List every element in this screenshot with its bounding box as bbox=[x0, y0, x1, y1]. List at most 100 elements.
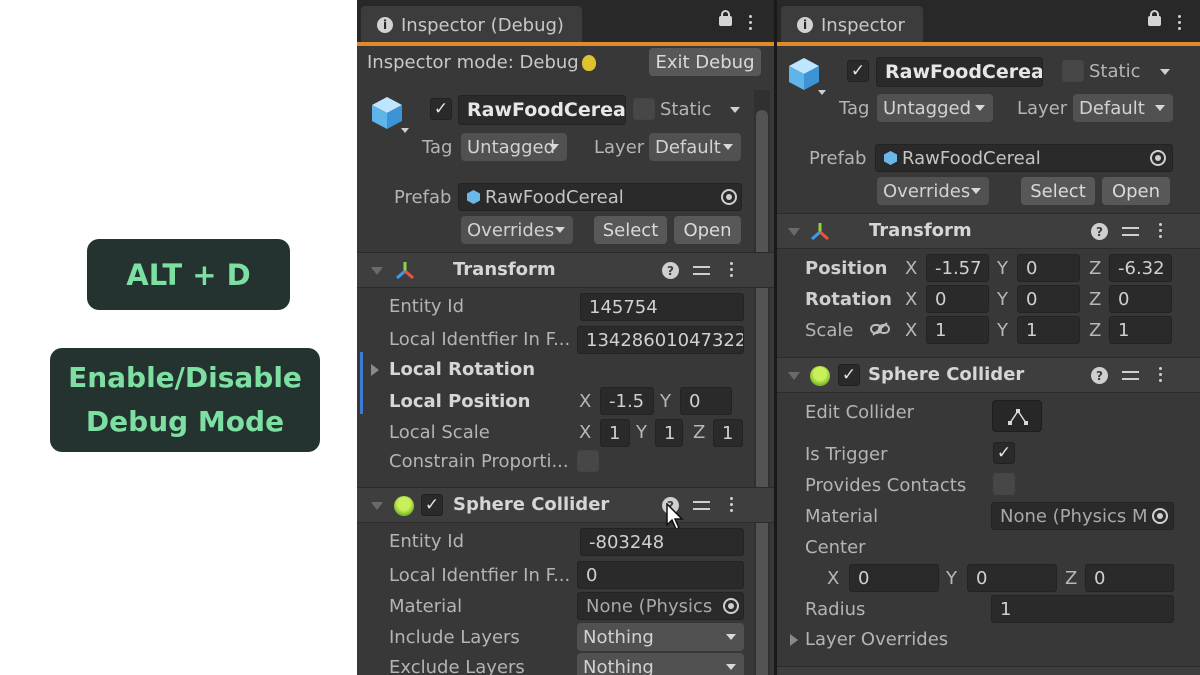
presets-icon[interactable] bbox=[1122, 368, 1139, 384]
edit-collider-label: Edit Collider bbox=[805, 402, 915, 423]
local-position-y-field[interactable]: 0 bbox=[680, 387, 732, 415]
sphere-collider-enabled-checkbox[interactable]: ✓ bbox=[838, 364, 860, 386]
kebab-menu-icon[interactable] bbox=[749, 15, 753, 33]
transform-icon bbox=[396, 262, 414, 280]
inspector-mode-label: Inspector mode: Debug bbox=[367, 52, 579, 73]
tag-dropdown[interactable]: Untagged bbox=[461, 133, 567, 161]
presets-icon[interactable] bbox=[1122, 224, 1139, 240]
transform-header[interactable]: Transform ? bbox=[357, 252, 774, 288]
center-y-field[interactable]: 0 bbox=[967, 564, 1057, 592]
prefab-field[interactable]: RawFoodCereal bbox=[875, 144, 1173, 172]
scale-y-field[interactable]: 1 bbox=[1017, 316, 1080, 344]
component-menu-icon[interactable] bbox=[730, 497, 734, 515]
shortcut-text: ALT + D bbox=[126, 257, 251, 292]
foldout-arrow-icon[interactable] bbox=[371, 502, 383, 510]
entity-id-field[interactable]: 145754 bbox=[580, 293, 744, 321]
rotation-z-field[interactable]: 0 bbox=[1109, 285, 1172, 313]
link-icon[interactable] bbox=[870, 322, 890, 336]
help-icon[interactable]: ? bbox=[1091, 367, 1108, 384]
presets-icon[interactable] bbox=[693, 498, 710, 514]
lock-icon[interactable] bbox=[719, 10, 732, 26]
scale-z-field[interactable]: 1 bbox=[1109, 316, 1172, 344]
transform-header[interactable]: Transform ? bbox=[777, 213, 1200, 249]
overrides-dropdown[interactable]: Overrides bbox=[461, 216, 573, 244]
kebab-menu-icon[interactable] bbox=[1178, 15, 1182, 33]
local-scale-x-field[interactable]: 1 bbox=[600, 419, 630, 447]
radius-field[interactable]: 1 bbox=[991, 595, 1174, 623]
component-menu-icon[interactable] bbox=[1159, 223, 1163, 241]
sphere-collider-enabled-checkbox[interactable]: ✓ bbox=[421, 494, 443, 516]
object-picker-icon[interactable] bbox=[721, 189, 737, 205]
include-layers-dropdown[interactable]: Nothing bbox=[577, 623, 744, 651]
layer-dropdown[interactable]: Default bbox=[649, 133, 741, 161]
tab-inspector-debug[interactable]: i Inspector (Debug) bbox=[361, 6, 582, 44]
layer-overrides-label[interactable]: Layer Overrides bbox=[805, 629, 948, 650]
layer-overrides-foldout-icon[interactable] bbox=[790, 634, 798, 646]
foldout-arrow-icon[interactable] bbox=[788, 372, 800, 380]
local-identifier-field[interactable]: 0 bbox=[577, 561, 744, 589]
open-button[interactable]: Open bbox=[674, 216, 741, 244]
material-field[interactable]: None (Physics bbox=[577, 592, 744, 620]
static-dropdown-arrow[interactable] bbox=[730, 107, 740, 113]
help-icon[interactable]: ? bbox=[1091, 223, 1108, 240]
provides-contacts-checkbox[interactable] bbox=[993, 473, 1015, 495]
lock-icon[interactable] bbox=[1148, 10, 1161, 26]
exit-debug-button[interactable]: Exit Debug bbox=[649, 48, 761, 76]
static-checkbox[interactable] bbox=[633, 98, 655, 120]
local-scale-z-field[interactable]: 1 bbox=[713, 419, 743, 447]
center-x-field[interactable]: 0 bbox=[849, 564, 939, 592]
sphere-collider-header[interactable]: ✓ Sphere Collider ? bbox=[357, 487, 774, 523]
exclude-layers-dropdown[interactable]: Nothing bbox=[577, 653, 744, 675]
select-button[interactable]: Select bbox=[594, 216, 667, 244]
object-name-field[interactable]: RawFoodCereal bbox=[876, 57, 1043, 87]
presets-icon[interactable] bbox=[693, 263, 710, 279]
object-picker-icon[interactable] bbox=[723, 598, 739, 614]
scrollbar-thumb[interactable] bbox=[756, 110, 768, 675]
is-trigger-checkbox[interactable]: ✓ bbox=[993, 442, 1015, 464]
next-component-header[interactable] bbox=[777, 666, 1200, 675]
material-field[interactable]: None (Physics M bbox=[991, 502, 1174, 530]
center-z-field[interactable]: 0 bbox=[1085, 564, 1174, 592]
layer-dropdown[interactable]: Default bbox=[1073, 94, 1173, 122]
rotation-y-field[interactable]: 0 bbox=[1017, 285, 1080, 313]
foldout-arrow-icon[interactable] bbox=[788, 228, 800, 236]
foldout-arrow-icon[interactable] bbox=[371, 267, 383, 275]
icon-dropdown-arrow[interactable] bbox=[818, 90, 826, 95]
open-button[interactable]: Open bbox=[1102, 177, 1170, 205]
tab-label: Inspector (Debug) bbox=[401, 14, 564, 36]
local-scale-y-field[interactable]: 1 bbox=[655, 419, 683, 447]
position-y-field[interactable]: 0 bbox=[1017, 254, 1080, 282]
component-menu-icon[interactable] bbox=[1159, 367, 1163, 385]
tab-inspector[interactable]: i Inspector bbox=[781, 6, 923, 44]
position-z-field[interactable]: -6.32 bbox=[1109, 254, 1172, 282]
object-name-field[interactable]: RawFoodCereal bbox=[458, 95, 626, 125]
tag-dropdown[interactable]: Untagged bbox=[877, 94, 993, 122]
position-x-field[interactable]: -1.57 bbox=[926, 254, 989, 282]
object-picker-icon[interactable] bbox=[1152, 508, 1168, 524]
static-checkbox[interactable] bbox=[1062, 60, 1084, 82]
local-rotation-foldout-icon[interactable] bbox=[371, 364, 379, 376]
static-dropdown-arrow[interactable] bbox=[1160, 69, 1170, 75]
local-position-x-field[interactable]: -1.5 bbox=[600, 387, 654, 415]
active-checkbox[interactable]: ✓ bbox=[430, 98, 452, 120]
select-button[interactable]: Select bbox=[1021, 177, 1095, 205]
overrides-dropdown[interactable]: Overrides bbox=[877, 177, 989, 205]
prefab-field[interactable]: RawFoodCereal bbox=[458, 183, 742, 211]
local-identifier-field[interactable]: 13428601047322 bbox=[577, 326, 744, 354]
sphere-collider-header[interactable]: ✓ Sphere Collider ? bbox=[777, 357, 1200, 393]
active-tab-indicator bbox=[357, 42, 774, 46]
component-menu-icon[interactable] bbox=[730, 262, 734, 280]
scrollbar[interactable] bbox=[754, 90, 770, 675]
edit-collider-button[interactable] bbox=[992, 400, 1042, 432]
active-checkbox[interactable]: ✓ bbox=[847, 60, 869, 82]
help-icon[interactable]: ? bbox=[662, 262, 679, 279]
icon-dropdown-arrow[interactable] bbox=[401, 128, 409, 133]
scale-x-field[interactable]: 1 bbox=[926, 316, 989, 344]
modified-indicator bbox=[360, 352, 363, 414]
layer-label: Layer bbox=[594, 137, 645, 158]
object-picker-icon[interactable] bbox=[1150, 150, 1166, 166]
entity-id-field[interactable]: -803248 bbox=[580, 528, 744, 556]
constrain-proportions-checkbox[interactable] bbox=[577, 450, 599, 472]
rotation-x-field[interactable]: 0 bbox=[926, 285, 989, 313]
local-rotation-label[interactable]: Local Rotation bbox=[389, 359, 535, 380]
